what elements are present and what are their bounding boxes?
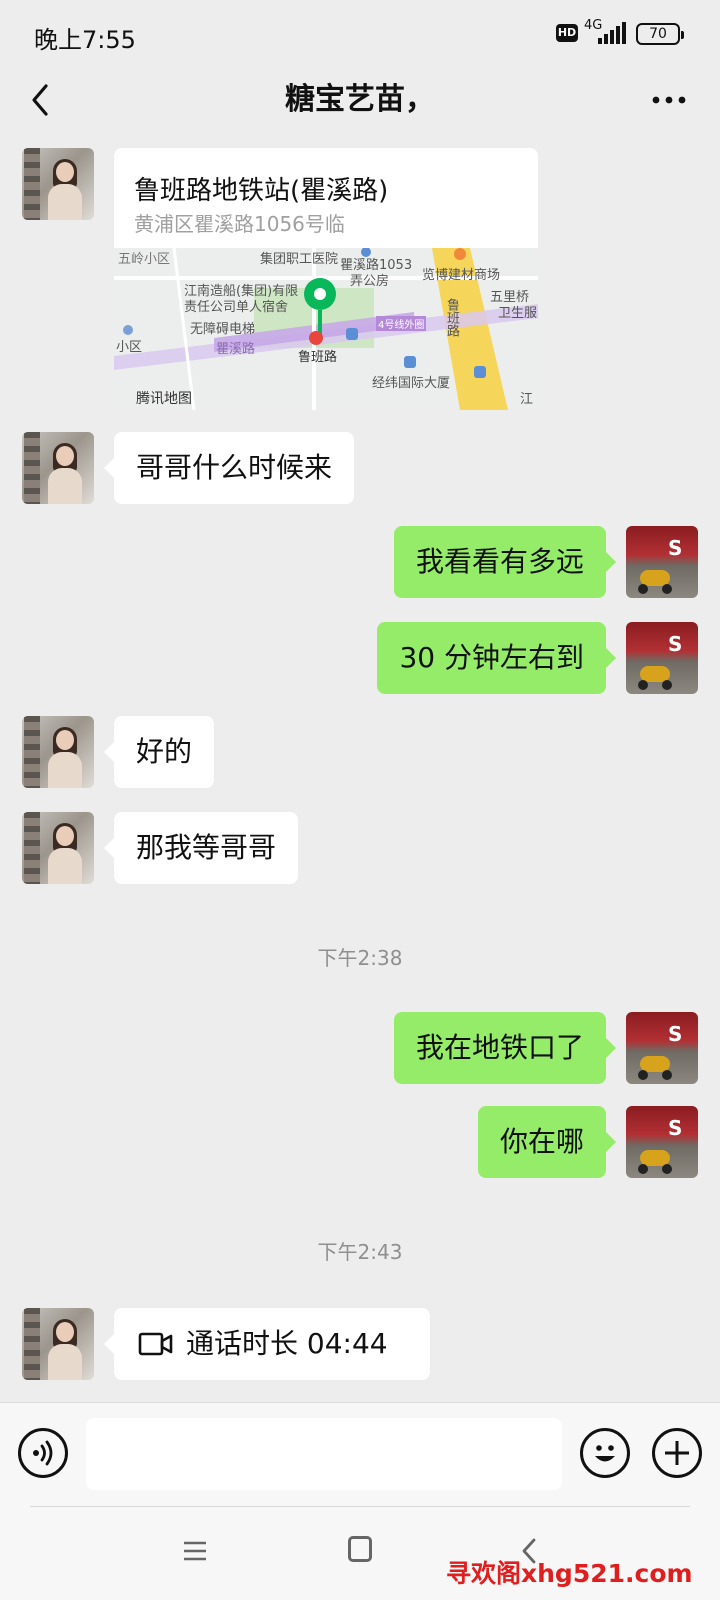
my-avatar[interactable]: S [626, 526, 698, 598]
contact-avatar[interactable] [22, 716, 94, 788]
more-dots-icon[interactable] [644, 82, 694, 118]
plus-icon[interactable] [652, 1428, 702, 1478]
message-bubble[interactable]: 你在哪 [477, 1106, 617, 1178]
map-label: 责任公司单人宿舍 [184, 300, 289, 315]
watermark-text: 寻欢阁xhg521.com [446, 1559, 693, 1588]
contact-avatar[interactable] [22, 812, 94, 884]
call-record-bubble[interactable]: 通话时长 04:44 [104, 1308, 430, 1380]
status-time: 晚上7:55 [34, 26, 136, 54]
battery-icon: 70 [636, 23, 684, 45]
call-duration: 通话时长 04:44 [186, 1327, 388, 1360]
contact-avatar[interactable] [22, 148, 94, 220]
map-label: 江 [520, 392, 534, 407]
battery-level: 70 [649, 26, 667, 42]
map-label: 瞿溪路 [216, 342, 256, 357]
video-call-icon [138, 1330, 174, 1362]
location-card[interactable]: 鲁班路地铁站(瞿溪路) 黄浦区瞿溪路1056号临 五岭小区 集团职工医院 瞿溪路… [114, 148, 538, 410]
location-map[interactable]: 五岭小区 集团职工医院 瞿溪路1053 弄公房 览博建材商场 五里桥 卫生服 江… [114, 248, 538, 410]
emoji-icon[interactable] [580, 1428, 630, 1478]
map-label: 经纬国际大厦 [372, 376, 451, 391]
map-label: 小区 [116, 340, 143, 355]
location-name: 鲁班路地铁站(瞿溪路) [134, 176, 389, 206]
map-label: 五岭小区 [118, 252, 171, 267]
map-label: 无障碍电梯 [190, 322, 256, 337]
message-timestamp: 下午2:43 [317, 1240, 403, 1264]
map-label: 鲁班路 [444, 298, 459, 337]
signal-icon [598, 22, 626, 44]
message-bubble[interactable]: 我在地铁口了 [393, 1012, 617, 1084]
message-bubble[interactable]: 30 分钟左右到 [377, 622, 616, 694]
message-timestamp: 下午2:38 [317, 946, 403, 970]
map-label: 弄公房 [350, 274, 390, 289]
divider [30, 1506, 690, 1507]
message-input[interactable] [86, 1418, 562, 1490]
map-label: 卫生服 [498, 306, 538, 321]
message-bubble[interactable]: 哥哥什么时候来 [103, 432, 355, 504]
hd-badge: HD [556, 24, 578, 42]
map-label: 集团职工医院 [260, 252, 339, 267]
location-address: 黄浦区瞿溪路1056号临 [134, 212, 345, 236]
message-bubble[interactable]: 我看看有多远 [393, 526, 617, 598]
my-avatar[interactable]: S [626, 1012, 698, 1084]
my-avatar[interactable]: S [626, 622, 698, 694]
voice-icon[interactable] [18, 1428, 68, 1478]
home-icon[interactable] [348, 1536, 372, 1562]
contact-avatar[interactable] [22, 432, 94, 504]
map-label: 览博建材商场 [422, 268, 501, 283]
chat-title: 糖宝艺苗， [285, 82, 435, 117]
map-label: 4号线外圈 [376, 316, 427, 331]
contact-avatar[interactable] [22, 1308, 94, 1380]
map-label: 鲁班路 [298, 350, 338, 365]
menu-icon[interactable] [182, 1540, 208, 1562]
tencent-map-logo: 腾讯地图 [136, 391, 192, 407]
my-avatar[interactable]: S [626, 1106, 698, 1178]
message-bubble[interactable]: 好的 [103, 716, 215, 788]
message-bubble[interactable]: 那我等哥哥 [103, 812, 299, 884]
